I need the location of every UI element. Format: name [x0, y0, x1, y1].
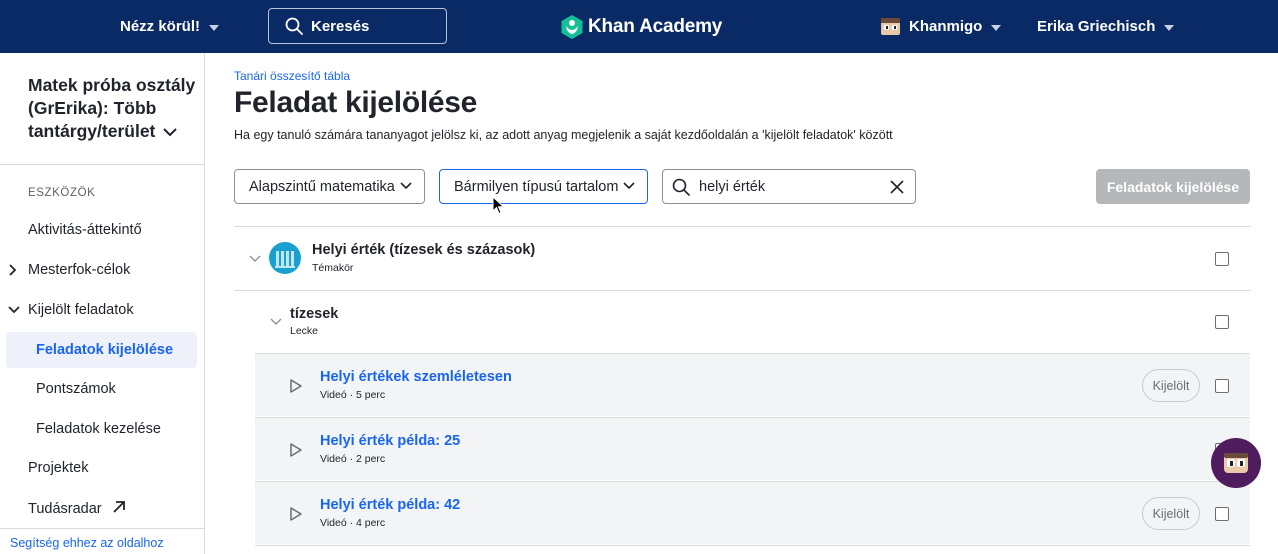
explore-menu-button[interactable]: Nézz körül!	[120, 0, 220, 53]
unit-title: Helyi érték (tízesek és százasok)	[312, 242, 536, 258]
chevron-down-icon	[991, 24, 1002, 31]
class-selector[interactable]: Matek próba osztály (GrErika): Több tant…	[28, 74, 200, 143]
sidebar-item-activity-overview[interactable]: Aktivitás-áttekintő	[28, 222, 142, 238]
sidebar-item-label: Mesterfok-célok	[28, 262, 131, 278]
logo-text: Khan Academy	[588, 15, 723, 37]
search-icon	[285, 17, 303, 35]
unit-type: Témakör	[312, 262, 354, 274]
content-type-select-value: Bármilyen típusú tartalom	[454, 178, 619, 195]
content-meta: Videó · 5 perc	[320, 389, 386, 401]
lesson-title: tízesek	[290, 306, 339, 322]
khanmigo-chat-button[interactable]	[1211, 438, 1261, 488]
sidebar-item-assign-tasks[interactable]: Feladatok kijelölése	[36, 342, 173, 358]
chevron-down-icon[interactable]	[249, 255, 261, 263]
play-icon[interactable]	[290, 443, 302, 457]
list-item: Helyi értékek szemléletesen Videó · 5 pe…	[255, 353, 1250, 416]
content-title-link[interactable]: Helyi érték példa: 25	[320, 433, 460, 449]
content-title-link[interactable]: Helyi értékek szemléletesen	[320, 369, 512, 385]
chevron-down-icon	[400, 182, 412, 190]
divider	[234, 290, 1251, 291]
divider	[255, 545, 1250, 546]
khanmigo-label: Khanmigo	[909, 18, 983, 35]
chevron-right-icon	[9, 264, 17, 276]
divider	[234, 226, 1251, 227]
khan-academy-logo[interactable]: Khan Academy	[561, 0, 722, 53]
search-icon	[672, 178, 690, 196]
help-link[interactable]: Segítség ehhez az oldalhoz	[10, 536, 164, 550]
sidebar-item-label: Feladatok kijelölése	[36, 342, 174, 358]
tools-section-label: ESZKÖZÖK	[28, 187, 96, 199]
content-type-select[interactable]: Bármilyen típusú tartalom	[439, 169, 648, 204]
content-meta: Videó · 4 perc	[320, 517, 386, 529]
chevron-down-icon	[163, 128, 177, 137]
content-checkbox[interactable]	[1215, 379, 1229, 393]
page-description: Ha egy tanuló számára tananyagot jelölsz…	[234, 128, 893, 142]
sidebar-item-label: Aktivitás-áttekintő	[28, 222, 142, 238]
sidebar-item-manage-tasks[interactable]: Feladatok kezelése	[36, 421, 161, 437]
sidebar-item-label: Tudásradar	[28, 501, 102, 517]
course-select-value: Alapszintű matematika	[249, 178, 395, 195]
list-item: Helyi érték példa: 25 Videó · 2 perc	[255, 417, 1250, 480]
content-meta: Videó · 2 perc	[320, 453, 386, 465]
sidebar-item-assignments[interactable]: Kijelölt feladatok	[8, 302, 134, 318]
lesson-type: Lecke	[290, 325, 319, 337]
list-item: Helyi érték példa: 42 Videó · 4 perc Kij…	[255, 481, 1250, 544]
assigned-badge: Kijelölt	[1142, 497, 1200, 530]
content-title-link[interactable]: Helyi érték példa: 42	[320, 497, 460, 513]
chevron-down-icon	[8, 306, 20, 314]
assign-tasks-button[interactable]: Feladatok kijelölése	[1096, 169, 1250, 204]
sidebar-item-knowledge-radar[interactable]: Tudásradar	[28, 500, 126, 517]
chevron-down-icon[interactable]	[270, 318, 282, 326]
divider	[0, 164, 204, 165]
sidebar-item-projects[interactable]: Projektek	[28, 460, 88, 476]
search-value: helyi érték	[699, 178, 766, 195]
lesson-checkbox[interactable]	[1215, 315, 1229, 329]
sidebar-item-mastery-goals[interactable]: Mesterfok-célok	[9, 262, 131, 278]
play-icon[interactable]	[290, 379, 302, 393]
khanmigo-face-icon	[1224, 453, 1248, 473]
khanmigo-avatar-icon	[881, 18, 900, 35]
sidebar-item-label: Projektek	[28, 460, 89, 476]
chevron-down-icon	[623, 182, 635, 190]
mouse-cursor-icon	[492, 196, 505, 215]
external-link-icon	[113, 501, 125, 513]
user-name: Erika Griechisch	[1037, 18, 1156, 35]
chevron-down-icon	[1164, 24, 1175, 31]
sidebar: Matek próba osztály (GrErika): Több tant…	[0, 53, 205, 554]
sidebar-item-label: Feladatok kezelése	[36, 421, 161, 437]
page-title: Feladat kijelölése	[234, 86, 478, 119]
breadcrumb[interactable]: Tanári összesítő tábla	[234, 69, 350, 83]
close-icon[interactable]	[889, 179, 905, 195]
sidebar-item-label: Kijelölt feladatok	[28, 302, 134, 318]
content-search-input[interactable]: helyi érték	[662, 169, 916, 204]
top-navigation-bar: Nézz körül! Keresés Khan Academy Khanmig…	[0, 0, 1278, 53]
user-menu-button[interactable]: Erika Griechisch	[1037, 0, 1175, 53]
sidebar-item-label: Pontszámok	[36, 381, 116, 397]
sidebar-item-scores[interactable]: Pontszámok	[36, 381, 116, 397]
chevron-down-icon	[209, 24, 220, 31]
unit-thumbnail-icon	[269, 242, 301, 274]
khanmigo-menu-button[interactable]: Khanmigo	[881, 0, 1002, 53]
content-checkbox[interactable]	[1215, 507, 1229, 521]
assigned-badge: Kijelölt	[1142, 369, 1200, 402]
leaf-logo-icon	[561, 14, 583, 39]
divider	[0, 528, 204, 529]
search-placeholder: Keresés	[311, 17, 370, 35]
play-icon[interactable]	[290, 507, 302, 521]
unit-checkbox[interactable]	[1215, 252, 1229, 266]
explore-label: Nézz körül!	[120, 18, 201, 35]
global-search-input[interactable]: Keresés	[268, 8, 447, 44]
course-select[interactable]: Alapszintű matematika	[234, 169, 425, 204]
